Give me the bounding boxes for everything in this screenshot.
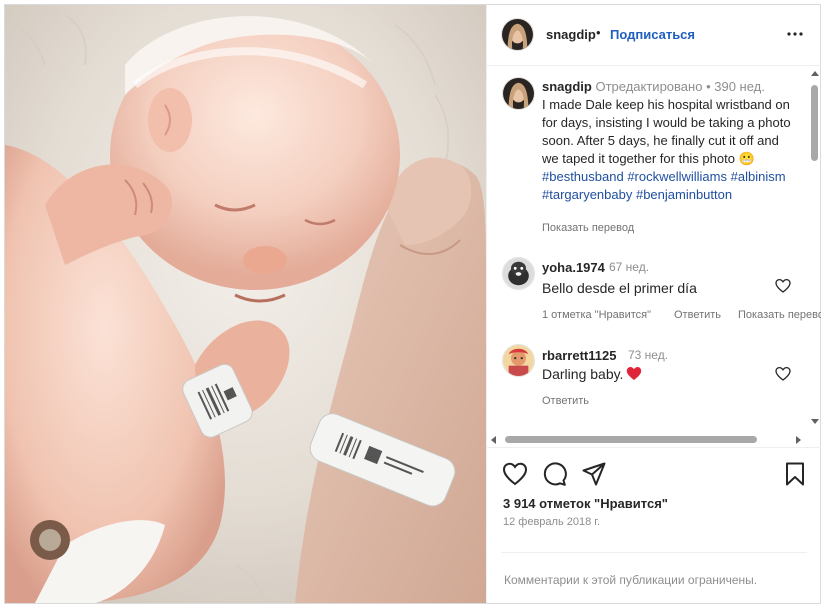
footer-divider: [501, 552, 807, 553]
comment-text: Darling baby.: [542, 366, 624, 382]
share-paper-plane-icon[interactable]: [581, 461, 607, 487]
red-heart-emoji-icon: [627, 367, 642, 380]
post-side-panel: snagdip • Подписаться snagdip Отредактир…: [486, 5, 821, 603]
post-dialog: snagdip • Подписаться snagdip Отредактир…: [4, 4, 821, 604]
comment-time[interactable]: 73 нед.: [628, 348, 668, 362]
hashtag-link[interactable]: #besthusband: [542, 169, 624, 184]
scroll-left-arrow-icon[interactable]: [491, 436, 496, 444]
hashtag-link[interactable]: #albinism: [731, 169, 786, 184]
likes-count[interactable]: 3 914 отметок "Нравится": [503, 496, 668, 511]
follow-button[interactable]: Подписаться: [610, 27, 695, 42]
newborn-photo-image: [5, 5, 486, 603]
actions-divider: [487, 447, 821, 448]
comments-section[interactable]: snagdip Отредактировано • 390 нед. I mad…: [487, 67, 821, 433]
avatar[interactable]: [502, 77, 535, 110]
horizontal-scroll-thumb[interactable]: [505, 436, 757, 443]
avatar[interactable]: [502, 257, 535, 290]
user-avatar-image: [502, 19, 533, 50]
scroll-down-arrow-icon[interactable]: [811, 419, 819, 424]
comment-time[interactable]: 67 нед.: [609, 260, 649, 274]
scroll-up-arrow-icon[interactable]: [811, 71, 819, 76]
commenter-avatar-image: [503, 258, 534, 289]
comment-bubble-icon[interactable]: [541, 461, 567, 487]
hashtag-link[interactable]: #targaryenbaby: [542, 187, 632, 202]
user-avatar-image: [503, 78, 534, 109]
caption-text-block: snagdip Отредактировано • 390 нед. I mad…: [542, 78, 792, 204]
commenter-avatar-image: [503, 345, 534, 376]
header-username[interactable]: snagdip: [546, 27, 596, 42]
comment-text-wrapper: Darling baby.: [542, 366, 642, 382]
caption-username[interactable]: snagdip: [542, 79, 592, 94]
comment-like-heart-icon[interactable]: [775, 366, 791, 382]
grimace-emoji: 😬: [738, 151, 755, 166]
comment-reply-button[interactable]: Ответить: [674, 309, 721, 321]
save-bookmark-icon[interactable]: [782, 461, 808, 487]
vertical-scrollbar[interactable]: [808, 67, 821, 433]
post-header: snagdip • Подписаться: [487, 5, 821, 66]
avatar[interactable]: [502, 344, 535, 377]
caption-time[interactable]: 390 нед.: [714, 79, 765, 94]
comment-likes-count[interactable]: 1 отметка "Нравится": [542, 309, 651, 321]
hashtag-link[interactable]: #benjaminbutton: [636, 187, 732, 202]
header-separator: •: [596, 25, 601, 40]
comment-like-heart-icon[interactable]: [775, 278, 791, 294]
comment-username[interactable]: yoha.1974: [542, 260, 605, 275]
caption-translate-link[interactable]: Показать перевод: [542, 222, 634, 234]
caption-separator: •: [706, 79, 711, 94]
caption-edited-label: Отредактировано: [595, 79, 703, 94]
scroll-right-arrow-icon[interactable]: [796, 436, 801, 444]
like-heart-icon[interactable]: [502, 461, 528, 487]
avatar[interactable]: [501, 18, 534, 51]
more-options-icon[interactable]: [783, 22, 807, 46]
comment-username[interactable]: rbarrett1125: [542, 348, 616, 363]
hashtag-link[interactable]: #rockwellwilliams: [627, 169, 727, 184]
horizontal-scrollbar[interactable]: [487, 433, 808, 446]
post-date[interactable]: 12 февраль 2018 г.: [503, 516, 600, 528]
comments-limited-notice: Комментарии к этой публикации ограничены…: [504, 573, 758, 587]
comment-text: Bello desde el primer día: [542, 280, 697, 296]
post-photo[interactable]: [5, 5, 486, 603]
vertical-scroll-thumb[interactable]: [811, 85, 818, 161]
comment-reply-button[interactable]: Ответить: [542, 395, 589, 407]
